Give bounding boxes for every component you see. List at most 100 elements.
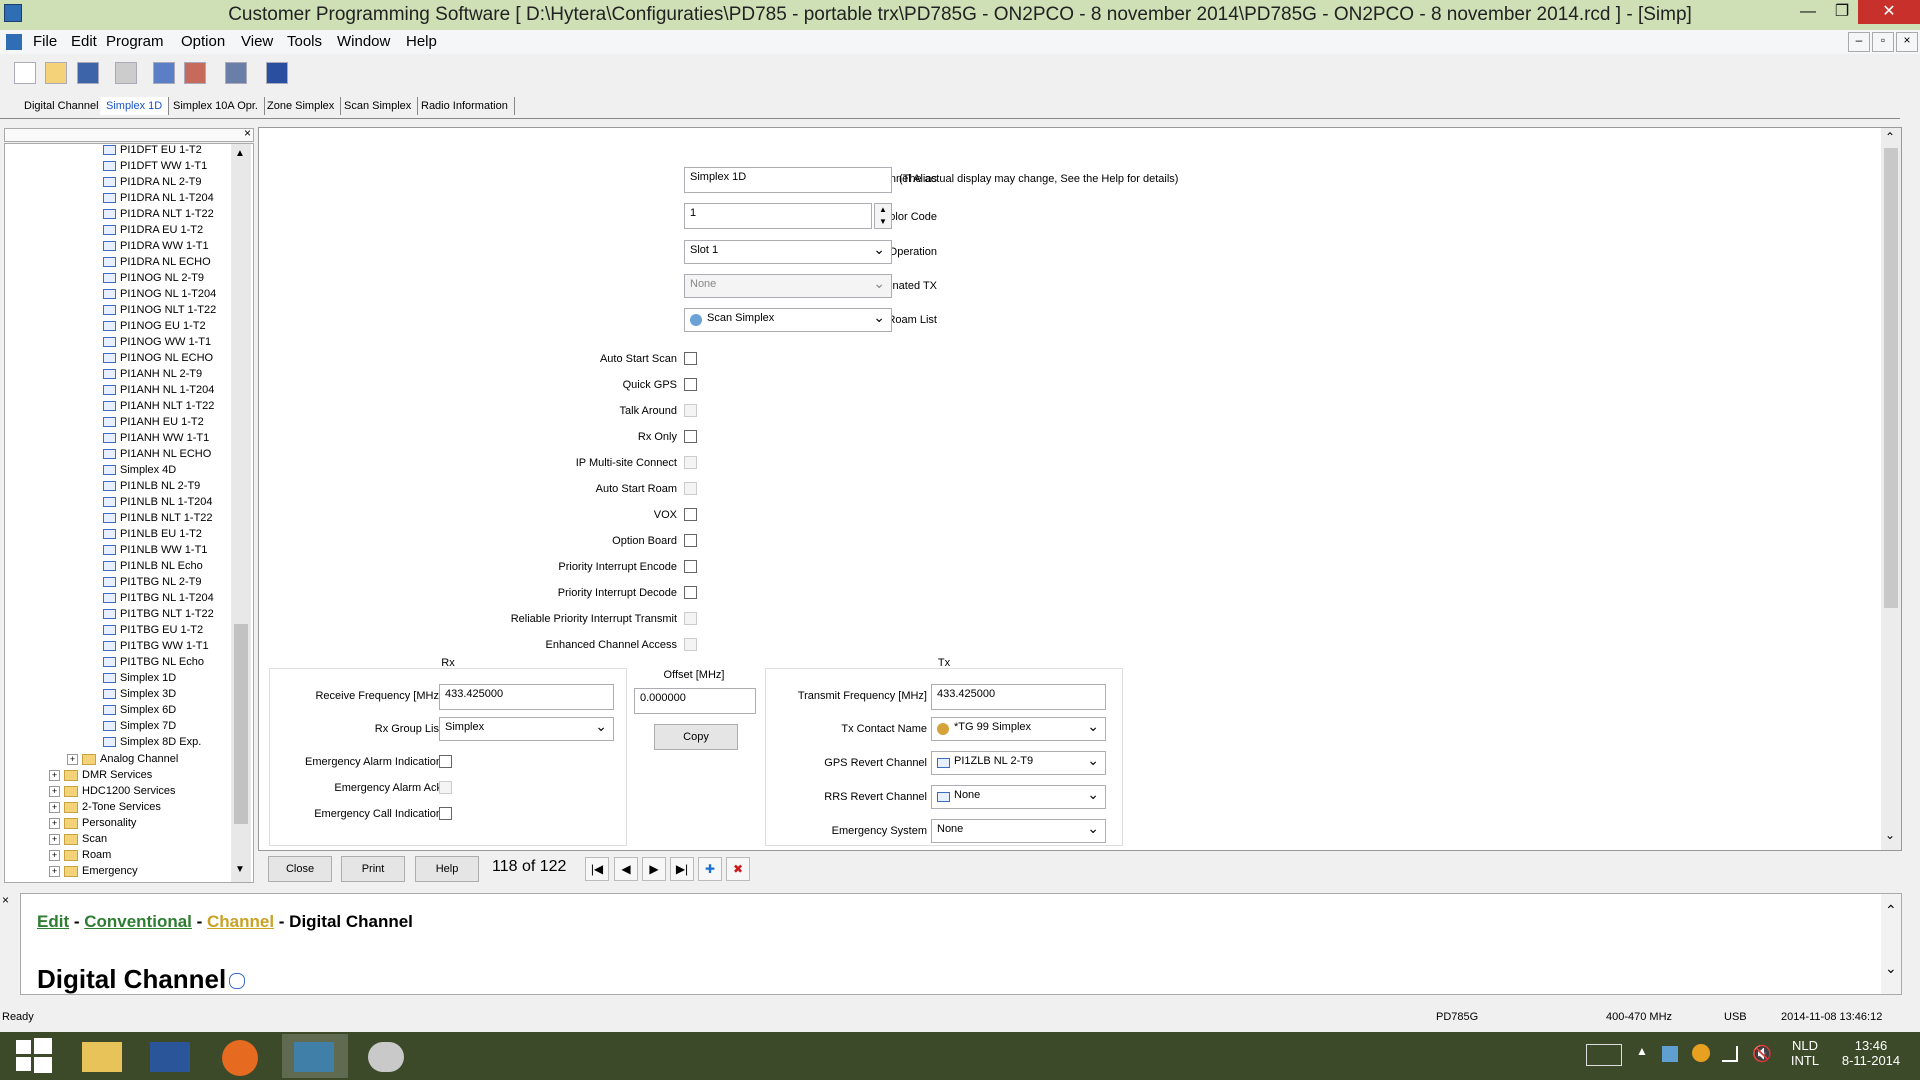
- option-checkbox[interactable]: [684, 352, 697, 365]
- tree-item-channel[interactable]: PI1ANH NL ECHO: [103, 446, 211, 462]
- scan-list-select[interactable]: Scan Simplex: [684, 308, 892, 332]
- option-checkbox[interactable]: [684, 430, 697, 443]
- tree-item-folder[interactable]: + Scan: [49, 831, 107, 847]
- tree-item-folder[interactable]: + Emergency: [49, 863, 138, 879]
- scroll-down-icon[interactable]: ▼: [235, 864, 245, 875]
- open-folder-icon[interactable]: [45, 62, 67, 84]
- tree-item-folder[interactable]: +2-Tone Services: [49, 799, 161, 815]
- menu-edit[interactable]: Edit: [71, 33, 97, 50]
- tree-scroll-thumb[interactable]: [234, 624, 248, 824]
- color-code-input[interactable]: 1: [684, 203, 872, 229]
- form-scroll-thumb[interactable]: [1884, 148, 1898, 608]
- menu-window[interactable]: Window: [337, 33, 390, 50]
- option-checkbox[interactable]: [684, 378, 697, 391]
- gps-revert-select[interactable]: PI1ZLB NL 2-T9: [931, 751, 1106, 775]
- menu-option[interactable]: Option: [181, 33, 225, 50]
- tree-item-channel[interactable]: PI1NOG WW 1-T1: [103, 334, 211, 350]
- expand-icon[interactable]: +: [49, 817, 60, 829]
- tree-item-channel[interactable]: PI1NLB WW 1-T1: [103, 542, 207, 558]
- help-button[interactable]: Help: [415, 856, 479, 882]
- scroll-down-icon[interactable]: ⌄: [1885, 828, 1895, 842]
- menu-help[interactable]: Help: [406, 33, 437, 50]
- scroll-down-icon[interactable]: ⌄: [1885, 960, 1897, 977]
- tx-freq-input[interactable]: 433.425000: [931, 684, 1106, 710]
- tx-contact-select[interactable]: *TG 99 Simplex: [931, 717, 1106, 741]
- scroll-up-icon[interactable]: ⌃: [1885, 902, 1897, 919]
- tree-item-channel[interactable]: PI1ANH WW 1-T1: [103, 430, 209, 446]
- tree-item-channel[interactable]: PI1DFT WW 1-T1: [103, 158, 207, 174]
- tab-digital-channel[interactable]: Digital Channel: [18, 97, 106, 115]
- tree-item-channel[interactable]: Simplex 1D: [103, 670, 176, 686]
- option-checkbox[interactable]: [684, 508, 697, 521]
- print-button[interactable]: Print: [341, 856, 405, 882]
- firefox-icon[interactable]: [208, 1034, 274, 1078]
- volume-icon[interactable]: 🔇: [1752, 1044, 1772, 1064]
- network-app-icon[interactable]: [1662, 1046, 1678, 1062]
- tree-item-channel[interactable]: PI1DRA EU 1-T2: [103, 222, 203, 238]
- option-checkbox[interactable]: [684, 534, 697, 547]
- help-link-conventional[interactable]: Conventional: [84, 912, 192, 931]
- previous-record-button[interactable]: ◀: [614, 857, 638, 881]
- tree-item-channel[interactable]: PI1TBG EU 1-T2: [103, 622, 203, 638]
- tab-zone-simplex[interactable]: Zone Simplex: [261, 97, 342, 115]
- tree-item-channel[interactable]: PI1TBG NLT 1-T22: [103, 606, 214, 622]
- tab-scan-simplex[interactable]: Scan Simplex: [338, 97, 419, 115]
- mdi-close-button[interactable]: ×: [1896, 32, 1918, 52]
- tree-item-channel[interactable]: PI1NOG EU 1-T2: [103, 318, 206, 334]
- write-radio-icon[interactable]: [184, 62, 206, 84]
- emergency-system-select[interactable]: None: [931, 819, 1106, 843]
- save-icon[interactable]: [77, 62, 99, 84]
- tree-item-channel[interactable]: Simplex 8D Exp.: [103, 734, 201, 750]
- copy-button[interactable]: Copy: [654, 724, 738, 750]
- tray-app-icon[interactable]: [1692, 1044, 1710, 1062]
- mdi-restore-button[interactable]: ▫: [1872, 32, 1894, 52]
- cps-app-icon[interactable]: [282, 1034, 348, 1078]
- menu-program[interactable]: Program: [106, 33, 164, 50]
- scroll-up-icon[interactable]: ⌃: [1885, 130, 1895, 144]
- tree-item-channel[interactable]: Simplex 7D: [103, 718, 176, 734]
- tree-scrollbar[interactable]: ▲ ▼: [231, 144, 251, 882]
- tree-item-channel[interactable]: Simplex 6D: [103, 702, 176, 718]
- tree-item-channel[interactable]: PI1DRA WW 1-T1: [103, 238, 209, 254]
- paint-icon[interactable]: [354, 1034, 420, 1078]
- tree-item-channel[interactable]: PI1NOG NLT 1-T22: [103, 302, 216, 318]
- first-record-button[interactable]: |◀: [585, 857, 609, 881]
- menu-tools[interactable]: Tools: [287, 33, 322, 50]
- slot-operation-select[interactable]: Slot 1: [684, 240, 892, 264]
- settings-icon[interactable]: [225, 62, 247, 84]
- tree-item-folder[interactable]: + DMR Services: [49, 767, 152, 783]
- tree-item-channel[interactable]: PI1TBG NL Echo: [103, 654, 204, 670]
- tree-item-channel[interactable]: PI1DFT EU 1-T2: [103, 144, 202, 158]
- help-link-edit[interactable]: Edit: [37, 912, 69, 931]
- form-scrollbar[interactable]: ⌃ ⌄: [1881, 128, 1901, 850]
- tree-item-channel[interactable]: PI1TBG NL 2-T9: [103, 574, 202, 590]
- tree-item-channel[interactable]: PI1DRA NLT 1-T22: [103, 206, 214, 222]
- channel-alias-input[interactable]: Simplex 1D: [684, 167, 892, 193]
- rx-freq-input[interactable]: 433.425000: [439, 684, 614, 710]
- tree-item-channel[interactable]: PI1ANH NLT 1-T22: [103, 398, 214, 414]
- new-file-icon[interactable]: [14, 62, 36, 84]
- expand-icon[interactable]: +: [67, 753, 78, 765]
- option-checkbox[interactable]: [684, 560, 697, 573]
- tree-item-channel[interactable]: Simplex 3D: [103, 686, 176, 702]
- tree-item-channel[interactable]: PI1NLB NLT 1-T22: [103, 510, 213, 526]
- read-radio-icon[interactable]: [153, 62, 175, 84]
- tree-item-channel[interactable]: PI1TBG NL 1-T204: [103, 590, 214, 606]
- tree-item-channel[interactable]: PI1ANH EU 1-T2: [103, 414, 204, 430]
- tree-item-channel[interactable]: PI1NOG NL ECHO: [103, 350, 213, 366]
- expand-icon[interactable]: +: [49, 769, 60, 781]
- help-info-icon[interactable]: [229, 973, 246, 990]
- delete-record-button[interactable]: ✖: [726, 857, 750, 881]
- tab-simplex-10a[interactable]: Simplex 10A Opr.: [167, 97, 265, 115]
- tree-item-channel[interactable]: PI1NLB EU 1-T2: [103, 526, 202, 542]
- tree-item-channel[interactable]: PI1DRA NL 2-T9: [103, 174, 202, 190]
- tree-item-folder[interactable]: + HDC1200 Services: [49, 783, 176, 799]
- tree-item-channel[interactable]: PI1NLB NL 1-T204: [103, 494, 213, 510]
- language-indicator[interactable]: NLD INTL: [1790, 1038, 1820, 1068]
- print-icon[interactable]: [115, 62, 137, 84]
- tree-item-channel[interactable]: Simplex 4D: [103, 462, 176, 478]
- add-record-button[interactable]: ✚: [698, 857, 722, 881]
- tab-radio-information[interactable]: Radio Information: [415, 97, 515, 115]
- help-icon[interactable]: [266, 62, 288, 84]
- expand-icon[interactable]: +: [49, 833, 60, 845]
